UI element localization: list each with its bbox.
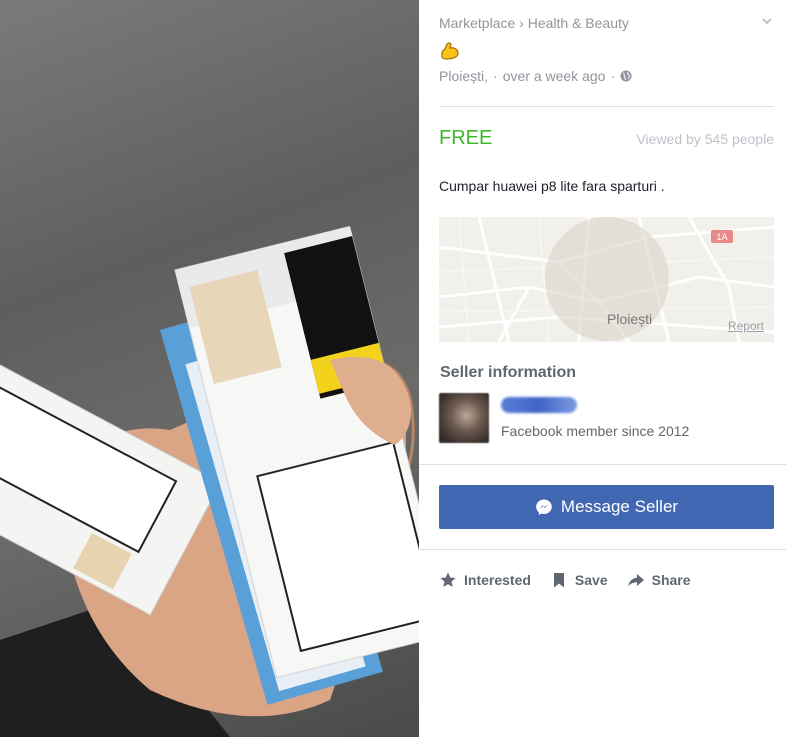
divider <box>439 106 774 107</box>
bookmark-icon <box>553 573 564 588</box>
listing-details-panel: Marketplace › Health & Beauty Ploiești, … <box>419 0 786 737</box>
listing-description: Cumpar huawei p8 lite fara sparturi . <box>439 178 665 194</box>
interested-label: Interested <box>464 572 531 588</box>
breadcrumb-category-link[interactable]: Health & Beauty <box>528 15 629 31</box>
view-count: Viewed by 545 people <box>636 131 774 147</box>
price-label: FREE <box>439 127 493 149</box>
breadcrumb-separator: › <box>519 15 524 31</box>
messenger-icon <box>536 499 552 515</box>
listing-photo[interactable] <box>0 0 419 737</box>
interested-button[interactable]: Interested <box>439 571 531 589</box>
message-seller-label: Message Seller <box>560 497 679 516</box>
star-icon <box>440 572 456 587</box>
save-label: Save <box>574 572 608 588</box>
seller-info-heading: Seller information <box>440 364 577 381</box>
location-map[interactable]: 1A Ploiești Report <box>439 217 774 342</box>
action-bar: Interested Save Share <box>439 571 710 589</box>
breadcrumb: Marketplace › Health & Beauty <box>439 15 629 31</box>
share-button[interactable]: Share <box>627 571 691 589</box>
breadcrumb-marketplace-link[interactable]: Marketplace <box>439 15 515 31</box>
member-since-text: Facebook member since 2012 <box>501 423 690 439</box>
share-arrow-icon <box>627 574 644 587</box>
divider <box>419 464 786 465</box>
chevron-down-icon[interactable] <box>760 14 774 28</box>
save-button[interactable]: Save <box>550 571 608 589</box>
meta-separator: · <box>610 68 616 84</box>
map-city-label: Ploiești <box>607 311 653 327</box>
time-posted[interactable]: over a week ago <box>503 68 606 84</box>
message-seller-button[interactable]: Message Seller <box>439 485 774 529</box>
seller-avatar[interactable] <box>439 393 489 443</box>
location-text[interactable]: Ploiești, <box>439 68 488 84</box>
photo-illustration <box>0 225 419 737</box>
road-badge-text: 1A <box>716 232 727 242</box>
map-report-link[interactable]: Report <box>728 319 764 333</box>
flexed-biceps-icon <box>441 42 459 60</box>
divider <box>419 549 786 550</box>
listing-meta: Ploiești, · over a week ago · <box>439 68 632 84</box>
meta-separator: · <box>493 68 498 84</box>
globe-icon <box>620 70 632 82</box>
seller-name-blurred[interactable] <box>501 397 577 413</box>
share-label: Share <box>651 572 691 588</box>
